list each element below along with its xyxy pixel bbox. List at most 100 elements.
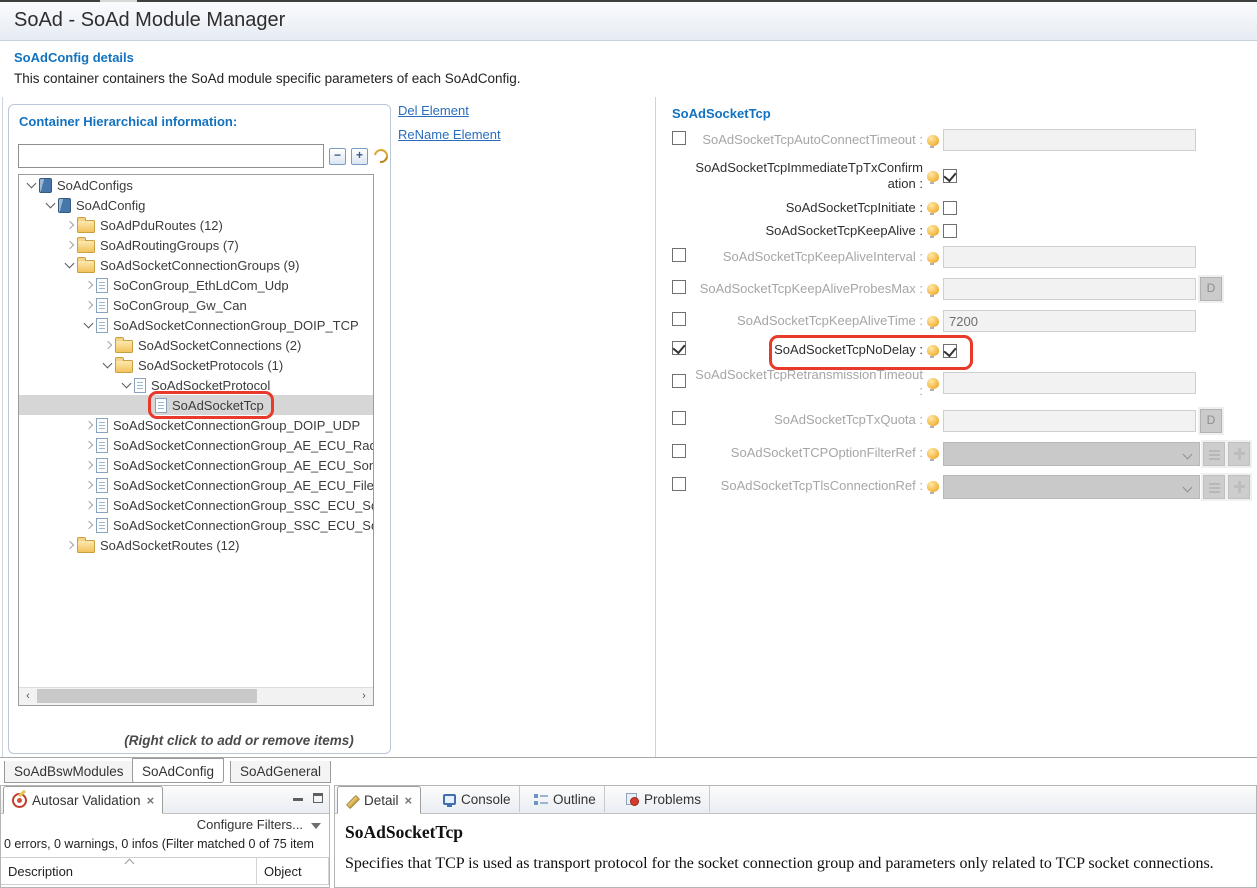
tree-item[interactable]: SoConGroup_EthLdCom_Udp [19, 275, 373, 295]
enable-checkbox[interactable] [672, 248, 686, 262]
enable-checkbox[interactable] [672, 131, 686, 145]
collapse-all-icon[interactable]: − [329, 148, 346, 165]
chevron-collapsed-icon[interactable] [82, 518, 96, 532]
enable-checkbox[interactable] [672, 444, 686, 458]
tab-outline[interactable]: Outline [526, 786, 605, 812]
editor-tab-soadconfig[interactable]: SoAdConfig [132, 758, 224, 783]
tree-item[interactable]: SoAdSocketConnectionGroups (9) [19, 255, 373, 275]
chevron-collapsed-icon[interactable] [63, 538, 77, 552]
parameter-label: SoAdSocketTCPOptionFilterRef : [693, 445, 923, 461]
chevron-expanded-icon[interactable] [120, 378, 134, 392]
scroll-right-arrow-icon[interactable]: › [358, 690, 370, 702]
chevron-collapsed-icon[interactable] [82, 418, 96, 432]
default-value-button[interactable]: D [1200, 277, 1222, 301]
tree-item-label: SoAdPduRoutes (12) [100, 218, 223, 233]
tab-console[interactable]: Console [435, 786, 520, 812]
chevron-collapsed-icon[interactable] [63, 238, 77, 252]
expand-all-icon[interactable]: + [351, 148, 368, 165]
reference-list-button[interactable] [1203, 475, 1225, 499]
editor-tab-soadgeneral[interactable]: SoAdGeneral [230, 761, 331, 783]
rename-element-link[interactable]: ReName Element [398, 127, 501, 142]
reference-dropdown[interactable] [943, 475, 1200, 499]
chevron-expanded-icon[interactable] [25, 178, 39, 192]
scrollbar-thumb[interactable] [37, 689, 257, 703]
scroll-left-arrow-icon[interactable]: ‹ [22, 690, 34, 702]
tree-search-input[interactable] [18, 144, 324, 168]
chevron-collapsed-icon[interactable] [82, 458, 96, 472]
tree-item[interactable]: SoConGroup_Gw_Can [19, 295, 373, 315]
enable-checkbox[interactable] [672, 280, 686, 294]
reference-add-button[interactable] [1228, 475, 1250, 499]
parameter-text-input[interactable] [943, 372, 1196, 394]
default-value-button[interactable]: D [1200, 409, 1222, 433]
enable-checkbox[interactable] [672, 411, 686, 425]
tree-item[interactable]: SoAdSocketConnectionGroup_AE_ECU_FileU [19, 475, 373, 495]
tab-autosar-validation[interactable]: Autosar Validation × [3, 786, 163, 814]
enable-checkbox-checked[interactable] [672, 341, 686, 355]
chevron-expanded-icon[interactable] [82, 318, 96, 332]
bottom-views: Autosar Validation × Configure Filters..… [0, 785, 1257, 888]
column-description[interactable]: Description [1, 858, 257, 884]
tree-item[interactable]: SoAdSocketConnectionGroup_DOIP_UDP [19, 415, 373, 435]
bulb-icon [927, 481, 939, 492]
enable-checkbox[interactable] [672, 374, 686, 388]
tree-item[interactable]: SoAdSocketConnections (2) [19, 335, 373, 355]
tree-item[interactable]: SoAdConfigs [19, 175, 373, 195]
tree-item[interactable]: SoAdConfig [19, 195, 373, 215]
reference-list-button[interactable] [1203, 442, 1225, 466]
chevron-expanded-icon[interactable] [44, 198, 58, 212]
parameter-label: SoAdSocketTcpKeepAlive : [693, 223, 923, 239]
parameter-checkbox[interactable] [943, 201, 957, 215]
parameter-text-input[interactable] [943, 129, 1196, 151]
tree-item-selected[interactable]: SoAdSocketTcp [19, 395, 373, 415]
chevron-collapsed-icon[interactable] [82, 438, 96, 452]
chevron-collapsed-icon[interactable] [82, 478, 96, 492]
tree-item[interactable]: SoAdRoutingGroups (7) [19, 235, 373, 255]
tab-problems[interactable]: Problems [617, 786, 710, 812]
bulb-icon [927, 378, 939, 389]
chevron-expanded-icon[interactable] [63, 258, 77, 272]
refresh-icon[interactable] [371, 146, 390, 165]
tree-item-label: SoAdSocketConnectionGroups (9) [100, 258, 299, 273]
parameter-text-input[interactable] [943, 310, 1196, 332]
chevron-collapsed-icon[interactable] [82, 278, 96, 292]
parameter-text-input[interactable] [943, 410, 1196, 432]
chevron-collapsed-icon[interactable] [101, 338, 115, 352]
tree-item[interactable]: SoAdPduRoutes (12) [19, 215, 373, 235]
minimize-icon[interactable] [293, 798, 303, 801]
column-object[interactable]: Object [257, 858, 329, 884]
view-menu-icon[interactable] [311, 823, 321, 829]
maximize-icon[interactable] [313, 793, 323, 803]
doc-icon [134, 378, 146, 393]
reference-dropdown[interactable] [943, 442, 1200, 466]
detail-description: Specifies that TCP is used as transport … [345, 855, 1246, 873]
tree-horizontal-scrollbar[interactable]: ‹› [19, 687, 373, 705]
parameter-checkbox-checked[interactable] [943, 344, 957, 358]
editor-tab-soadbswmodules[interactable]: SoAdBswModules [4, 761, 134, 783]
chevron-collapsed-icon[interactable] [82, 298, 96, 312]
chevron-collapsed-icon[interactable] [82, 498, 96, 512]
tree-item[interactable]: SoAdSocketProtocols (1) [19, 355, 373, 375]
close-icon[interactable]: × [405, 793, 413, 808]
close-icon[interactable]: × [147, 793, 155, 808]
tab-detail[interactable]: Detail× [337, 786, 421, 814]
del-element-link[interactable]: Del Element [398, 103, 501, 118]
tree-item[interactable]: SoAdSocketConnectionGroup_SSC_ECU_Sd [19, 495, 373, 515]
tree-item[interactable]: SoAdSocketConnectionGroup_DOIP_TCP [19, 315, 373, 335]
reference-add-button[interactable] [1228, 442, 1250, 466]
tree-item[interactable]: SoAdSocketRoutes (12) [19, 535, 373, 555]
container-tree: SoAdConfigsSoAdConfig SoAdPduRoutes (12) S… [18, 174, 374, 706]
configure-filters-button[interactable]: Configure Filters... [197, 817, 303, 832]
tab-label: Problems [644, 792, 701, 807]
parameter-checkbox-checked[interactable] [943, 169, 957, 183]
tree-item[interactable]: SoAdSocketConnectionGroup_SSC_ECU_Sd [19, 515, 373, 535]
parameter-text-input[interactable] [943, 278, 1196, 300]
parameter-checkbox[interactable] [943, 224, 957, 238]
parameter-text-input[interactable] [943, 246, 1196, 268]
chevron-expanded-icon[interactable] [101, 358, 115, 372]
enable-checkbox[interactable] [672, 477, 686, 491]
tree-item[interactable]: SoAdSocketConnectionGroup_AE_ECU_Rad [19, 435, 373, 455]
chevron-collapsed-icon[interactable] [63, 218, 77, 232]
tree-item[interactable]: SoAdSocketConnectionGroup_AE_ECU_Son [19, 455, 373, 475]
enable-checkbox[interactable] [672, 312, 686, 326]
